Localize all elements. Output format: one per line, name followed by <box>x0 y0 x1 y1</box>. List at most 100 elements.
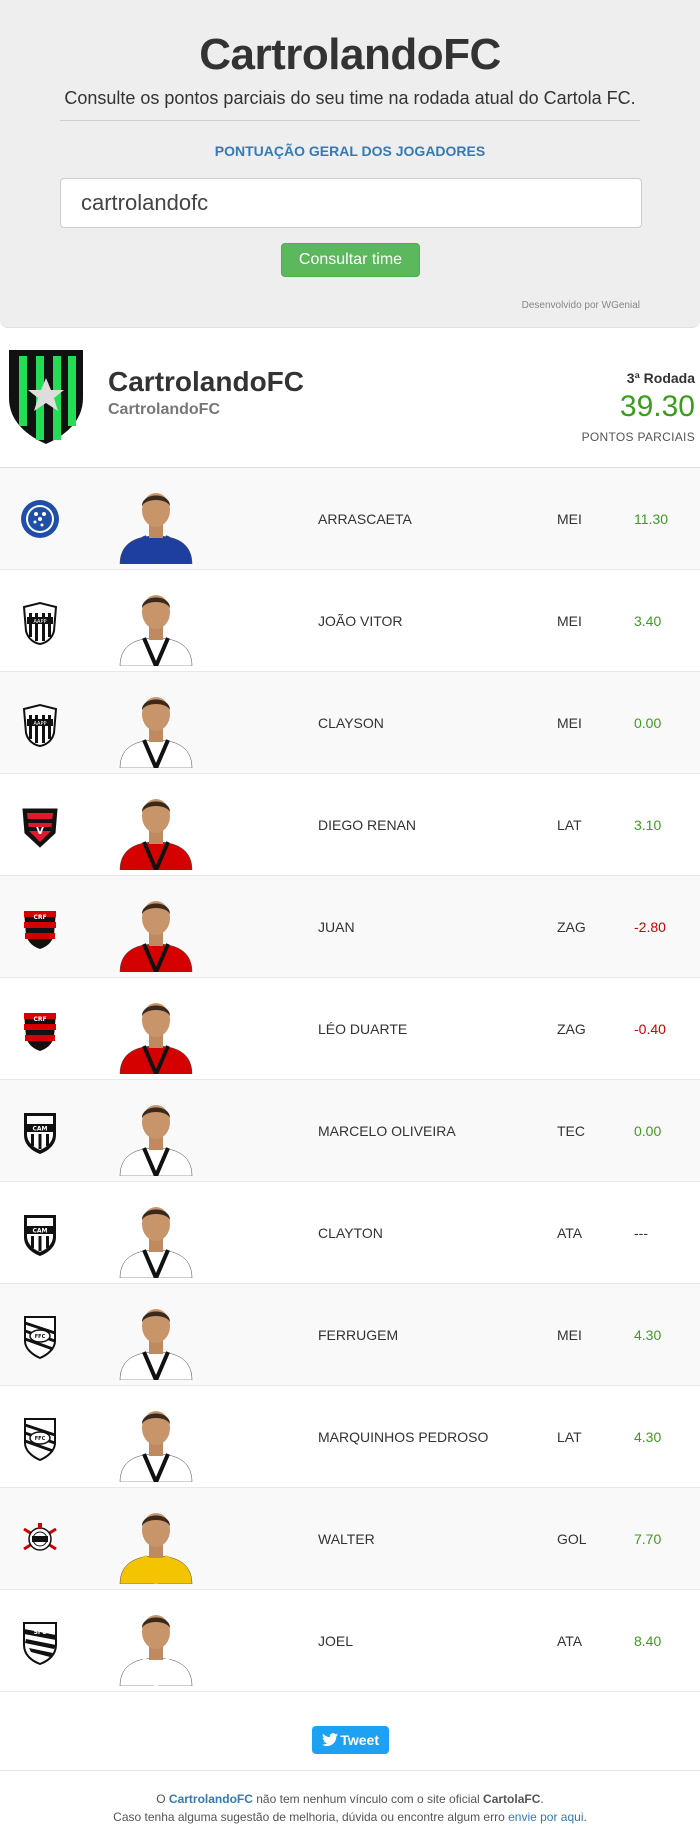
player-name: WALTER <box>318 1531 375 1547</box>
player-position: ATA <box>557 1225 583 1241</box>
player-row: AAPP JOÃO VITOR MEI 3.40 <box>0 570 700 672</box>
player-position: MEI <box>557 1327 582 1343</box>
header-divider <box>60 120 640 121</box>
svg-text:CAM: CAM <box>32 1126 47 1133</box>
player-photo <box>114 786 198 876</box>
player-name: MARQUINHOS PEDROSO <box>318 1429 489 1445</box>
official-site-name: CartolaFC <box>483 1792 541 1806</box>
site-link[interactable]: CartrolandoFC <box>169 1792 253 1806</box>
player-position: ZAG <box>557 919 586 935</box>
player-name: FERRUGEM <box>318 1327 399 1343</box>
player-score: 4.30 <box>634 1327 662 1343</box>
player-row: WALTER GOL 7.70 <box>0 1488 700 1590</box>
player-name: JOEL <box>318 1633 354 1649</box>
player-name: JUAN <box>318 919 355 935</box>
player-row: CAM CLAYTON ATA --- <box>0 1182 700 1284</box>
player-name: ARRASCAETA <box>318 511 412 527</box>
player-position: LAT <box>557 1429 582 1445</box>
player-photo <box>114 1398 198 1488</box>
player-score: -0.40 <box>634 1021 666 1037</box>
player-row: CRF JUAN ZAG -2.80 <box>0 876 700 978</box>
player-name: CLAYSON <box>318 715 384 731</box>
player-row: SFC JOEL ATA 8.40 <box>0 1590 700 1692</box>
player-photo <box>114 1500 198 1590</box>
club-crest-icon: CAM <box>20 1213 60 1256</box>
svg-text:AAPP: AAPP <box>33 619 46 625</box>
player-row: ARRASCAETA MEI 11.30 <box>0 468 700 570</box>
player-row: FFC FERRUGEM MEI 4.30 <box>0 1284 700 1386</box>
tweet-label: Tweet <box>340 1732 379 1748</box>
player-score: 4.30 <box>634 1429 662 1445</box>
player-photo <box>114 684 198 774</box>
player-score: --- <box>634 1225 648 1241</box>
consult-button[interactable]: Consultar time <box>281 243 420 277</box>
svg-text:AAPP: AAPP <box>33 721 46 727</box>
page-subtitle: Consulte os pontos parciais do seu time … <box>64 88 636 108</box>
page-title: CartrolandoFC <box>199 30 501 79</box>
player-photo <box>114 1296 198 1386</box>
player-score: 8.40 <box>634 1633 662 1649</box>
player-position: MEI <box>557 613 582 629</box>
club-crest-icon: FFC <box>20 1417 60 1462</box>
player-position: ATA <box>557 1633 583 1649</box>
club-crest-icon: SFC <box>20 1621 60 1666</box>
tweet-button[interactable]: Tweet <box>312 1726 389 1754</box>
team-name: CartrolandoFC <box>108 366 304 397</box>
player-score: 3.10 <box>634 817 662 833</box>
player-score: 0.00 <box>634 715 662 731</box>
svg-text:FFC: FFC <box>35 1334 46 1340</box>
player-score: 0.00 <box>634 1123 662 1139</box>
player-row: V DIEGO RENAN LAT 3.10 <box>0 774 700 876</box>
svg-text:SFC: SFC <box>34 1629 47 1636</box>
player-row: CRF LÉO DUARTE ZAG -0.40 <box>0 978 700 1080</box>
player-photo <box>114 1194 198 1284</box>
player-photo <box>114 990 198 1080</box>
team-user: CartrolandoFC <box>108 401 220 418</box>
club-crest-icon: AAPP <box>20 601 60 646</box>
player-position: MEI <box>557 715 582 731</box>
footer-contact: Caso tenha alguma sugestão de melhoria, … <box>113 1810 587 1824</box>
club-crest-icon: AAPP <box>20 703 60 748</box>
player-position: ZAG <box>557 1021 586 1037</box>
geral-link[interactable]: PONTUAÇÃO GERAL DOS JOGADORES <box>0 143 700 159</box>
club-crest-icon: CRF <box>20 1009 60 1051</box>
player-position: LAT <box>557 817 582 833</box>
player-name: MARCELO OLIVEIRA <box>318 1123 456 1139</box>
twitter-bird-icon <box>322 1733 338 1747</box>
contact-link[interactable]: envie por aqui <box>508 1810 583 1824</box>
footer-divider <box>0 1770 700 1771</box>
player-row: AAPP CLAYSON MEI 0.00 <box>0 672 700 774</box>
player-row: CAM MARCELO OLIVEIRA TEC 0.00 <box>0 1080 700 1182</box>
svg-text:V: V <box>36 826 44 837</box>
round-label: 3ª Rodada <box>626 370 695 386</box>
player-photo <box>114 1092 198 1182</box>
players-list: ARRASCAETA MEI 11.30 AAPP JOÃO VITOR MEI 3.40 A… <box>0 468 700 1692</box>
player-photo <box>114 888 198 978</box>
player-name: CLAYTON <box>318 1225 383 1241</box>
team-search-input[interactable] <box>60 178 642 228</box>
player-photo <box>114 1602 198 1692</box>
club-crest-icon: FFC <box>20 1315 60 1360</box>
player-score: 3.40 <box>634 613 662 629</box>
team-header: CartrolandoFC CartrolandoFC 3ª Rodada 39… <box>0 328 700 468</box>
club-crest-icon: V <box>20 805 60 848</box>
player-row: FFC MARQUINHOS PEDROSO LAT 4.30 <box>0 1386 700 1488</box>
club-crest-icon: CAM <box>20 1111 60 1154</box>
club-crest-icon <box>20 1519 60 1561</box>
svg-text:CRF: CRF <box>33 1016 46 1023</box>
club-crest-icon: CRF <box>20 907 60 949</box>
header-jumbotron: CartrolandoFC Consulte os pontos parciai… <box>0 0 700 328</box>
player-position: GOL <box>557 1531 587 1547</box>
player-name: DIEGO RENAN <box>318 817 417 833</box>
player-score: -2.80 <box>634 919 666 935</box>
points-label: PONTOS PARCIAIS <box>581 430 695 444</box>
player-name: LÉO DUARTE <box>318 1021 408 1037</box>
team-points: 39.30 <box>619 390 695 423</box>
player-score: 7.70 <box>634 1531 662 1547</box>
svg-text:FFC: FFC <box>35 1436 46 1442</box>
svg-text:CRF: CRF <box>33 914 46 921</box>
player-photo <box>114 582 198 672</box>
player-position: MEI <box>557 511 582 527</box>
team-shield-icon <box>9 350 83 444</box>
developed-by: Desenvolvido por WGenial <box>521 300 640 311</box>
